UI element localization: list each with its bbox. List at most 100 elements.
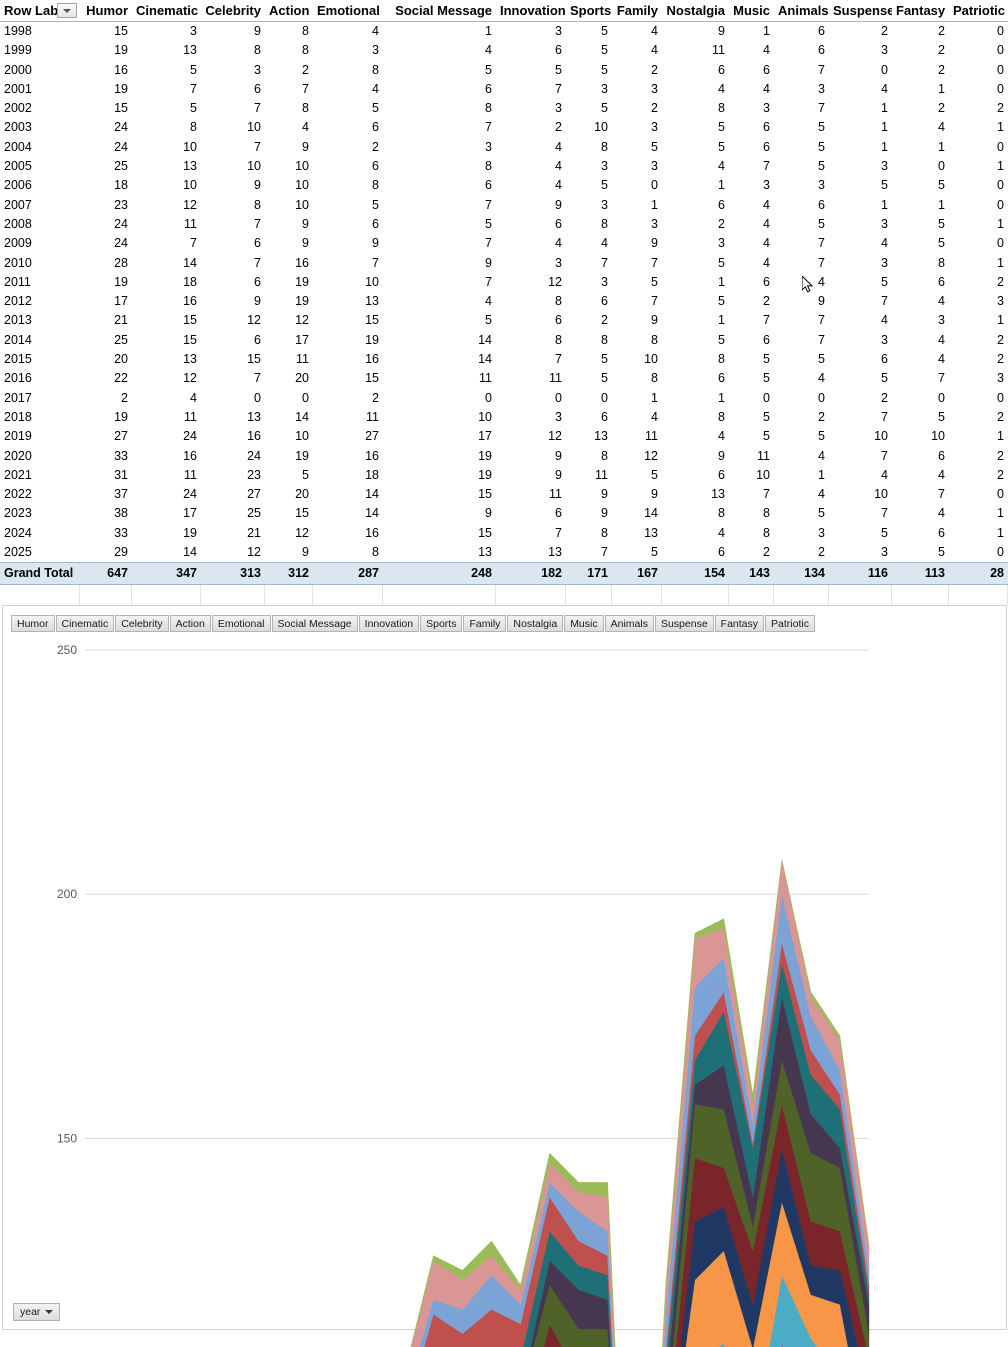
cell-value[interactable]: 1 — [612, 389, 662, 408]
cell-value[interactable]: 7 — [566, 254, 612, 273]
cell-value[interactable]: 4 — [774, 447, 829, 466]
cell-value[interactable]: 5 — [774, 215, 829, 234]
cell-value[interactable]: 15 — [265, 504, 313, 523]
cell-value[interactable]: 16 — [132, 292, 201, 311]
row-label-year[interactable]: 2016 — [0, 369, 80, 388]
cell-value[interactable]: 6 — [729, 331, 774, 350]
cell-value[interactable]: 5 — [612, 273, 662, 292]
cell-value[interactable]: 3 — [566, 80, 612, 99]
cell-value[interactable]: 4 — [383, 292, 496, 311]
column-header-cinematic[interactable]: Cinematic — [132, 0, 201, 22]
cell-value[interactable]: 1 — [949, 254, 1008, 273]
cell-value[interactable]: 7 — [132, 80, 201, 99]
cell-value[interactable]: 4 — [662, 427, 729, 446]
cell-value[interactable]: 7 — [829, 408, 892, 427]
cell-value[interactable]: 12 — [201, 311, 265, 330]
cell-value[interactable]: 14 — [313, 504, 383, 523]
cell-value[interactable]: 9 — [662, 22, 729, 42]
cell-value[interactable]: 5 — [612, 138, 662, 157]
cell-value[interactable]: 10 — [566, 118, 612, 137]
cell-value[interactable]: 3 — [566, 157, 612, 176]
cell-value[interactable]: 24 — [80, 118, 132, 137]
column-header-fantasy[interactable]: Fantasy — [892, 0, 949, 22]
cell-value[interactable]: 4 — [829, 80, 892, 99]
cell-value[interactable]: 19 — [80, 41, 132, 60]
cell-value[interactable]: 19 — [383, 447, 496, 466]
cell-value[interactable]: 3 — [496, 99, 566, 118]
cell-value[interactable]: 5 — [496, 61, 566, 80]
cell-value[interactable]: 5 — [383, 311, 496, 330]
cell-value[interactable]: 5 — [774, 118, 829, 137]
cell-value[interactable]: 15 — [132, 331, 201, 350]
cell-value[interactable]: 4 — [662, 80, 729, 99]
cell-value[interactable]: 9 — [496, 466, 566, 485]
cell-value[interactable]: 7 — [774, 331, 829, 350]
cell-value[interactable]: 0 — [949, 389, 1008, 408]
cell-value[interactable]: 12 — [612, 447, 662, 466]
cell-value[interactable]: 10 — [829, 427, 892, 446]
cell-value[interactable]: 0 — [949, 176, 1008, 195]
row-label-year[interactable]: 2000 — [0, 61, 80, 80]
cell-value[interactable]: 2 — [612, 61, 662, 80]
cell-value[interactable]: 3 — [496, 22, 566, 42]
cell-value[interactable]: 4 — [892, 504, 949, 523]
row-label-year[interactable]: 2005 — [0, 157, 80, 176]
cell-value[interactable]: 13 — [132, 350, 201, 369]
cell-value[interactable]: 20 — [265, 369, 313, 388]
cell-value[interactable]: 24 — [80, 215, 132, 234]
cell-value[interactable]: 5 — [829, 273, 892, 292]
cell-value[interactable]: 6 — [729, 61, 774, 80]
cell-value[interactable]: 11 — [132, 466, 201, 485]
cell-value[interactable]: 8 — [201, 196, 265, 215]
cell-value[interactable]: 6 — [313, 157, 383, 176]
cell-value[interactable]: 2 — [949, 447, 1008, 466]
field-button-suspense[interactable]: Suspense — [654, 615, 714, 633]
cell-value[interactable]: 21 — [80, 311, 132, 330]
row-label-year[interactable]: 2006 — [0, 176, 80, 195]
cell-value[interactable]: 9 — [566, 485, 612, 504]
cell-value[interactable]: 3 — [612, 215, 662, 234]
cell-value[interactable]: 9 — [662, 447, 729, 466]
field-button-music[interactable]: Music — [564, 615, 604, 633]
cell-value[interactable]: 12 — [496, 427, 566, 446]
cell-value[interactable]: 5 — [566, 61, 612, 80]
cell-value[interactable]: 13 — [132, 157, 201, 176]
cell-value[interactable]: 11 — [496, 485, 566, 504]
cell-value[interactable]: 24 — [201, 447, 265, 466]
cell-value[interactable]: 1 — [662, 176, 729, 195]
cell-value[interactable]: 10 — [265, 176, 313, 195]
cell-value[interactable]: 14 — [265, 408, 313, 427]
cell-value[interactable]: 4 — [132, 389, 201, 408]
cell-value[interactable]: 7 — [729, 485, 774, 504]
field-button-sports[interactable]: Sports — [420, 615, 463, 633]
cell-value[interactable]: 5 — [892, 543, 949, 563]
cell-value[interactable]: 13 — [496, 543, 566, 563]
row-label-year[interactable]: 2018 — [0, 408, 80, 427]
row-label-year[interactable]: 2014 — [0, 331, 80, 350]
cell-value[interactable]: 11 — [612, 427, 662, 446]
row-label-year[interactable]: 2023 — [0, 504, 80, 523]
row-label-year[interactable]: 2022 — [0, 485, 80, 504]
cell-value[interactable]: 0 — [949, 61, 1008, 80]
cell-value[interactable]: 1 — [949, 504, 1008, 523]
cell-value[interactable]: 2 — [949, 408, 1008, 427]
cell-value[interactable]: 6 — [774, 22, 829, 42]
cell-value[interactable]: 12 — [132, 369, 201, 388]
cell-value[interactable]: 3 — [496, 254, 566, 273]
cell-value[interactable]: 24 — [132, 427, 201, 446]
cell-value[interactable]: 13 — [662, 485, 729, 504]
cell-value[interactable]: 3 — [566, 196, 612, 215]
cell-value[interactable]: 7 — [496, 350, 566, 369]
column-header-emotional[interactable]: Emotional — [313, 0, 383, 22]
cell-value[interactable]: 17 — [80, 292, 132, 311]
cell-value[interactable]: 31 — [80, 466, 132, 485]
cell-value[interactable]: 6 — [313, 215, 383, 234]
cell-value[interactable]: 5 — [774, 504, 829, 523]
cell-value[interactable]: 10 — [201, 157, 265, 176]
cell-value[interactable]: 17 — [132, 504, 201, 523]
row-label-year[interactable]: 1998 — [0, 22, 80, 42]
cell-value[interactable]: 11 — [729, 447, 774, 466]
cell-value[interactable]: 0 — [829, 61, 892, 80]
cell-value[interactable]: 25 — [80, 331, 132, 350]
cell-value[interactable]: 0 — [729, 389, 774, 408]
